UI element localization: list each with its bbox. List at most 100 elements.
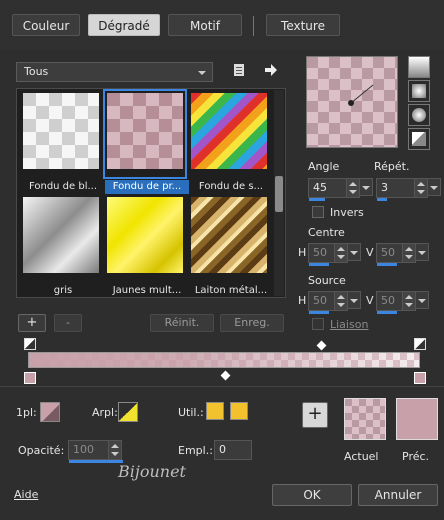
source-v-value: 50 <box>381 294 395 307</box>
centre-v-dropdown[interactable] <box>415 243 429 261</box>
source-h-value: 50 <box>313 294 327 307</box>
midpoint-handle-top[interactable] <box>316 340 327 351</box>
opacity-slider[interactable] <box>69 460 123 463</box>
cancel-button[interactable]: Annuler <box>358 484 438 506</box>
location-value: 0 <box>219 443 226 456</box>
category-select-value: Tous <box>24 65 49 78</box>
repeat-dropdown[interactable] <box>427 178 441 196</box>
centre-h-slider[interactable] <box>309 263 329 266</box>
gradient-editor-bar[interactable] <box>28 352 420 368</box>
angle-slider[interactable] <box>309 198 325 201</box>
gallery-item-blanc[interactable]: Fondu de bl... <box>21 91 101 192</box>
location-label: Empl.: <box>178 444 213 457</box>
repeat-spinner[interactable]: 3 <box>376 178 428 201</box>
centre-v-slider[interactable] <box>377 263 397 266</box>
gradient-thumbnail <box>23 93 99 169</box>
invert-checkbox[interactable] <box>312 206 324 218</box>
invert-label: Invers <box>330 206 364 219</box>
gallery-item-laiton[interactable]: Laiton métal... <box>189 195 269 296</box>
link-checkbox[interactable] <box>312 318 324 330</box>
background-stop-marker[interactable] <box>414 372 426 384</box>
gradient-thumbnail <box>191 93 267 169</box>
source-v-label: V <box>366 294 374 307</box>
centre-h-dropdown[interactable] <box>347 243 361 261</box>
rectangular-style-button[interactable] <box>408 80 430 102</box>
midpoint-handle-bottom[interactable] <box>220 370 231 381</box>
gradient-thumbnail <box>23 197 99 273</box>
gradient-preview[interactable] <box>306 56 398 148</box>
gallery-item-spectre[interactable]: Fondu de s... <box>189 91 269 192</box>
tab-separator <box>253 16 254 36</box>
gradient-gallery: Fondu de bl... Fondu de pr... Fondu de s… <box>16 88 286 298</box>
add-gradient-button[interactable]: + <box>18 314 46 332</box>
opacity-spinner[interactable]: 100 <box>68 440 123 463</box>
ok-button[interactable]: OK <box>272 484 352 506</box>
repeat-label: Répét. <box>374 160 410 173</box>
use-color-swatch-2[interactable] <box>230 402 248 420</box>
spin-arrows-icon[interactable] <box>402 244 415 262</box>
notebook-icon[interactable] <box>233 63 245 77</box>
arrow-right-icon[interactable] <box>264 63 278 77</box>
repeat-slider[interactable] <box>377 198 387 201</box>
tab-couleur[interactable]: Couleur <box>12 14 80 36</box>
radial-style-button[interactable] <box>408 104 430 126</box>
angle-value: 45 <box>313 181 327 194</box>
source-v-dropdown[interactable] <box>415 291 429 309</box>
background-swatch[interactable] <box>118 402 138 422</box>
foreground-stop-marker-top-right[interactable] <box>414 338 426 350</box>
opacity-label: Opacité: <box>18 444 65 457</box>
tab-degrade[interactable]: Dégradé <box>88 14 160 36</box>
source-h-slider[interactable] <box>309 311 329 314</box>
current-swatch[interactable] <box>344 398 386 440</box>
gallery-caption: Jaunes mult... <box>112 285 182 296</box>
background-label: Arpl: <box>92 406 118 419</box>
centre-h-spinner[interactable]: 50 <box>308 243 348 266</box>
gallery-scrollbar-thumb[interactable] <box>275 176 283 212</box>
angle-dropdown[interactable] <box>359 178 373 196</box>
foreground-stop-marker-top[interactable] <box>24 338 36 350</box>
category-select[interactable]: Tous <box>16 62 213 82</box>
linear-style-button[interactable] <box>408 56 430 78</box>
tab-bar: Couleur Dégradé Motif Texture <box>0 0 444 50</box>
remove-gradient-button[interactable]: - <box>54 314 82 332</box>
gallery-item-premier-plan[interactable]: Fondu de pr... <box>103 89 189 194</box>
gradient-thumbnail <box>107 93 183 169</box>
divider <box>0 386 444 387</box>
gallery-caption: Laiton métal... <box>194 285 268 296</box>
tab-motif[interactable]: Motif <box>168 14 242 36</box>
save-gradient-button[interactable]: Enreg. <box>220 314 284 332</box>
spin-arrows-icon[interactable] <box>402 292 415 310</box>
first-plan-label: 1pl: <box>16 406 37 419</box>
source-h-spinner[interactable]: 50 <box>308 291 348 314</box>
chevron-down-icon <box>198 71 206 75</box>
spin-arrows-icon[interactable] <box>414 179 427 197</box>
spin-arrows-icon[interactable] <box>108 441 121 459</box>
first-plan-swatch[interactable] <box>40 402 60 422</box>
spin-arrows-icon[interactable] <box>334 292 347 310</box>
angle-spinner[interactable]: 45 <box>308 178 360 201</box>
centre-h-value: 50 <box>313 246 327 259</box>
tab-texture[interactable]: Texture <box>266 14 340 36</box>
gallery-item-gris[interactable]: gris <box>21 195 101 296</box>
source-h-dropdown[interactable] <box>347 291 361 309</box>
gallery-item-jaunes[interactable]: Jaunes mult... <box>105 195 185 296</box>
source-v-slider[interactable] <box>377 311 397 314</box>
help-link[interactable]: Aide <box>14 488 38 501</box>
foreground-stop-marker[interactable] <box>24 372 36 384</box>
spin-arrows-icon[interactable] <box>334 244 347 262</box>
centre-v-spinner[interactable]: 50 <box>376 243 416 266</box>
gradient-thumbnail <box>107 197 183 273</box>
centre-v-value: 50 <box>381 246 395 259</box>
add-to-swatches-button[interactable]: + <box>302 402 328 428</box>
use-color-swatch-1[interactable] <box>206 402 224 420</box>
location-field[interactable]: 0 <box>214 440 252 460</box>
source-label: Source <box>308 274 346 287</box>
spin-arrows-icon[interactable] <box>346 179 359 197</box>
gallery-caption: gris <box>53 285 73 296</box>
opacity-value: 100 <box>73 443 94 456</box>
sunburst-style-button[interactable] <box>408 128 430 150</box>
reset-button[interactable]: Réinit. <box>150 314 214 332</box>
source-v-spinner[interactable]: 50 <box>376 291 416 314</box>
previous-swatch[interactable] <box>396 398 438 440</box>
gallery-caption: Fondu de bl... <box>28 181 98 192</box>
